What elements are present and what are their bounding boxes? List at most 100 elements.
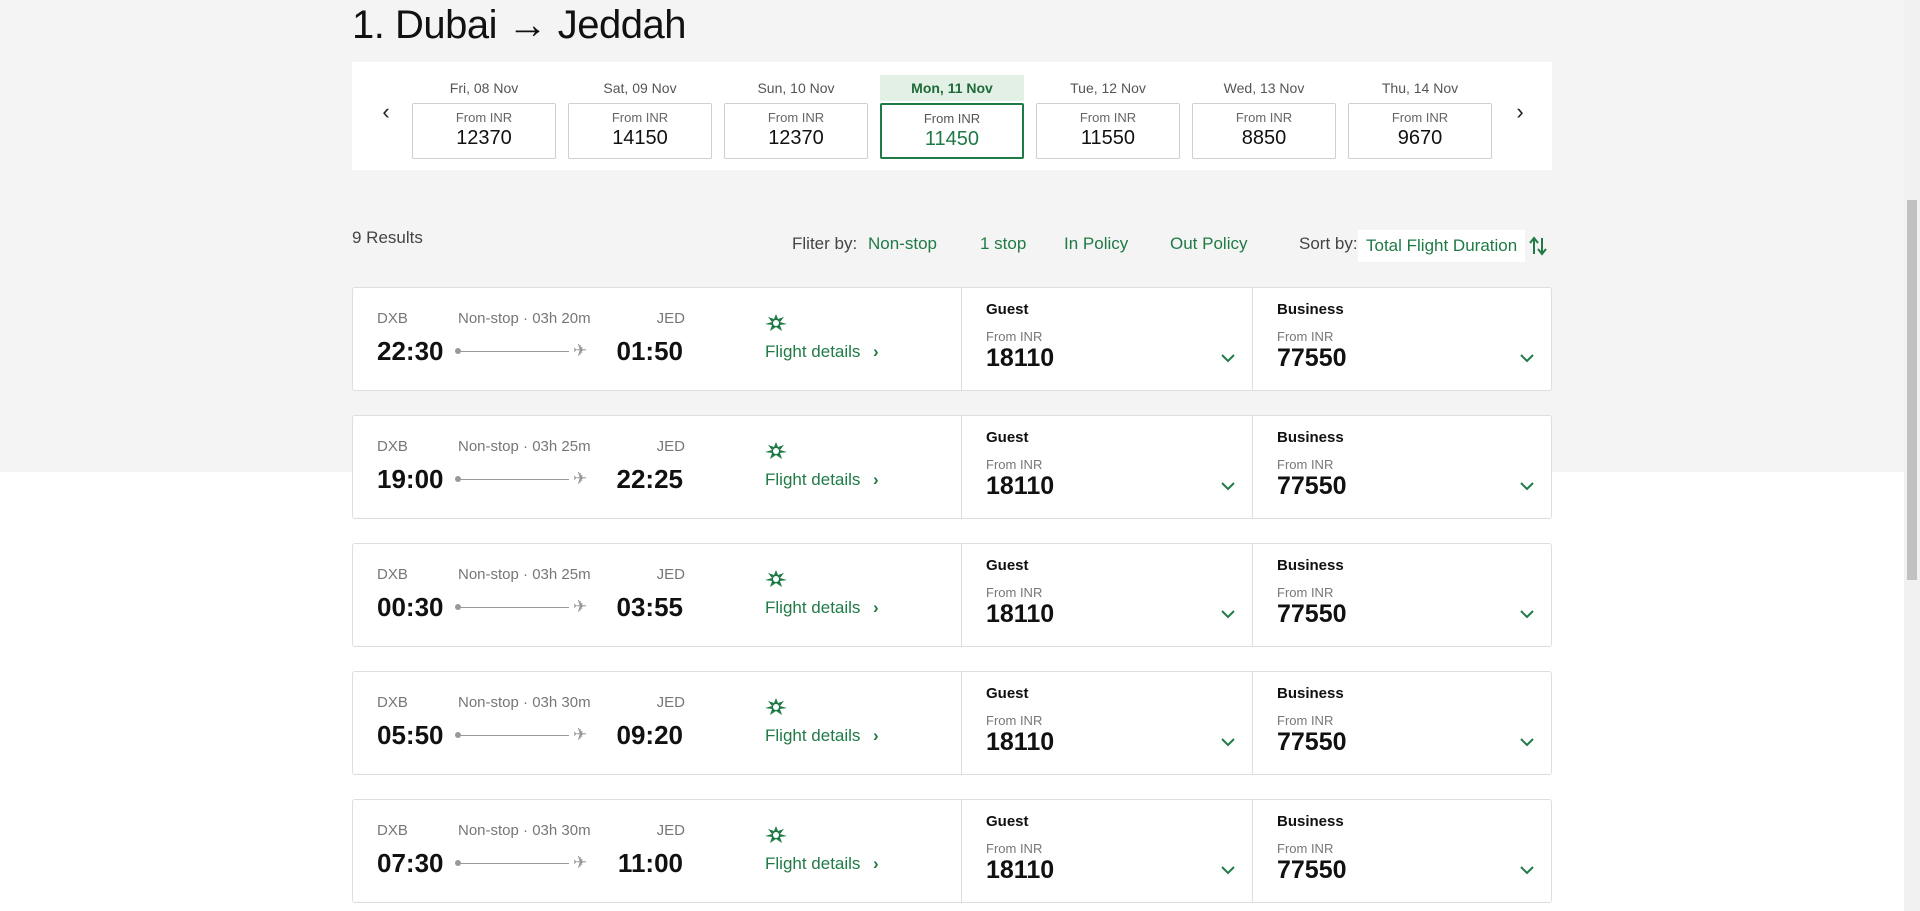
sort-arrows-icon[interactable] [1528,234,1548,258]
date-strip: ‹ Fri, 08 Nov From INR 12370 Sat, 09 Nov Fro… [352,62,1552,170]
fare-from-label: From INR [986,841,1043,856]
origin-code: DXB [377,694,408,711]
date-price: 12370 [456,127,512,149]
date-option[interactable]: Mon, 11 Nov From INR 11450 [880,62,1024,160]
route-line [459,863,569,864]
fare-class-name: Guest [986,429,1029,446]
stops-duration: Non-stop · 03h 30m [458,694,591,711]
chevron-right-icon[interactable]: › [873,342,879,362]
departure-time: 05:50 [377,720,444,750]
date-option[interactable]: Fri, 08 Nov From INR 12370 [412,62,556,160]
chevron-right-icon[interactable]: › [873,598,879,618]
date-fare-box[interactable]: From INR 12370 [412,103,556,159]
flight-card: DXB Non-stop · 03h 25m JED 00:30 ✈ 03:55 Fligh… [352,543,1552,647]
fare-class-name: Guest [986,301,1029,318]
date-fare-box[interactable]: From INR 11550 [1036,103,1180,159]
chevron-down-icon[interactable] [1220,606,1236,622]
date-fare-box[interactable]: From INR 11450 [880,103,1024,159]
origin-code: DXB [377,438,408,455]
chevron-down-icon[interactable] [1519,862,1535,878]
fare-from-label: From INR [986,329,1043,344]
date-option[interactable]: Sat, 09 Nov From INR 14150 [568,62,712,160]
date-price: 11550 [1080,127,1136,149]
date-from-label: From INR [1235,110,1293,125]
date-fare-box[interactable]: From INR 9670 [1348,103,1492,159]
fare-business[interactable]: Business From INR 77550 [1252,800,1551,902]
fare-class-name: Business [1277,301,1344,318]
fare-class-name: Business [1277,685,1344,702]
date-option[interactable]: Wed, 13 Nov From INR 8850 [1192,62,1336,160]
fare-price: 77550 [1277,472,1347,500]
chevron-down-icon[interactable] [1519,350,1535,366]
filter-in-policy[interactable]: In Policy [1064,234,1128,254]
chevron-down-icon[interactable] [1519,606,1535,622]
date-from-label: From INR [1391,110,1449,125]
plane-icon: ✈ [573,853,588,872]
date-option[interactable]: Tue, 12 Nov From INR 11550 [1036,62,1180,160]
fare-from-label: From INR [1277,457,1334,472]
destination-code: JED [656,566,685,583]
fare-guest[interactable]: Guest From INR 18110 [961,288,1252,390]
filter-label: Fliter by: [792,234,858,253]
fare-class-name: Guest [986,685,1029,702]
destination-code: JED [656,310,685,327]
fare-price: 18110 [986,344,1055,372]
chevron-right-icon[interactable]: › [873,726,879,746]
date-from-label: From INR [923,111,981,126]
route-line [459,735,569,736]
fare-guest[interactable]: Guest From INR 18110 [961,416,1252,518]
sort-select[interactable]: Total Flight Duration [1358,230,1526,262]
fare-from-label: From INR [1277,713,1334,728]
destination-code: JED [656,694,685,711]
filter-1-stop[interactable]: 1 stop [980,234,1026,254]
scrollbar-thumb[interactable] [1907,200,1917,580]
filter-out-policy[interactable]: Out Policy [1170,234,1247,254]
chevron-left-icon[interactable]: ‹ [374,100,398,124]
fare-business[interactable]: Business From INR 77550 [1252,288,1551,390]
fare-class-name: Guest [986,813,1029,830]
filter-non-stop[interactable]: Non-stop [868,234,937,254]
chevron-right-icon[interactable]: › [873,854,879,874]
fare-from-label: From INR [1277,841,1334,856]
flight-card: DXB Non-stop · 03h 25m JED 19:00 ✈ 22:25 Fligh… [352,415,1552,519]
flight-details-link[interactable]: Flight details [765,726,860,746]
fare-business[interactable]: Business From INR 77550 [1252,672,1551,774]
date-from-label: From INR [611,110,669,125]
chevron-down-icon[interactable] [1519,734,1535,750]
plane-icon: ✈ [573,469,588,488]
chevron-down-icon[interactable] [1220,350,1236,366]
fare-guest[interactable]: Guest From INR 18110 [961,672,1252,774]
route-line [459,479,569,480]
date-label: Sat, 09 Nov [603,80,677,96]
chevron-down-icon[interactable] [1220,734,1236,750]
date-fare-box[interactable]: From INR 12370 [724,103,868,159]
date-fare-box[interactable]: From INR 8850 [1192,103,1336,159]
chevron-down-icon[interactable] [1519,478,1535,494]
date-fare-box[interactable]: From INR 14150 [568,103,712,159]
airline-logo-icon [763,568,789,590]
page-title: 1. Dubai → Jeddah [352,3,686,47]
fare-from-label: From INR [986,585,1043,600]
flight-details-link[interactable]: Flight details [765,342,860,362]
chevron-right-icon[interactable]: › [873,470,879,490]
date-option[interactable]: Thu, 14 Nov From INR 9670 [1348,62,1492,160]
fare-business[interactable]: Business From INR 77550 [1252,416,1551,518]
fare-guest[interactable]: Guest From INR 18110 [961,544,1252,646]
flight-details-link[interactable]: Flight details [765,470,860,490]
stops-duration: Non-stop · 03h 20m [458,310,591,327]
date-price: 8850 [1241,127,1287,149]
fare-price: 18110 [986,856,1055,884]
scrollbar[interactable] [1904,0,1920,911]
flight-details-link[interactable]: Flight details [765,854,860,874]
chevron-right-icon[interactable]: › [1508,100,1532,124]
fare-business[interactable]: Business From INR 77550 [1252,544,1551,646]
flight-details-link[interactable]: Flight details [765,598,860,618]
date-from-label: From INR [455,110,513,125]
destination-code: JED [656,822,685,839]
fare-guest[interactable]: Guest From INR 18110 [961,800,1252,902]
results-count: 9 Results [352,228,423,247]
stops-duration: Non-stop · 03h 25m [458,438,591,455]
chevron-down-icon[interactable] [1220,478,1236,494]
date-option[interactable]: Sun, 10 Nov From INR 12370 [724,62,868,160]
chevron-down-icon[interactable] [1220,862,1236,878]
